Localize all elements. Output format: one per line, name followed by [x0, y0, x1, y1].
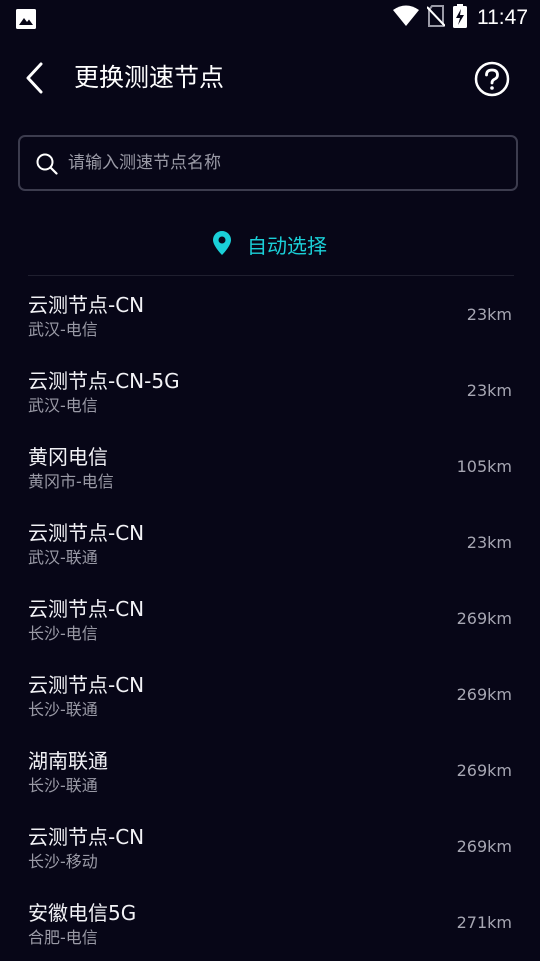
node-name: 云测节点-CN-5G	[28, 369, 180, 393]
node-item[interactable]: 云测节点-CN 长沙-移动 269km	[0, 809, 540, 885]
node-item[interactable]: 黄冈电信 黄冈市-电信 105km	[0, 429, 540, 505]
node-name: 云测节点-CN	[28, 597, 145, 621]
app-bar: 更换测速节点	[0, 44, 540, 114]
status-bar: 11:47	[0, 0, 540, 36]
node-location: 武汉-电信	[28, 396, 98, 415]
node-distance: 269km	[456, 761, 512, 780]
node-location: 长沙-联通	[28, 700, 98, 719]
divider	[28, 275, 514, 276]
back-button[interactable]	[18, 58, 52, 98]
node-name: 黄冈电信	[28, 445, 108, 469]
battery-charging-icon	[453, 4, 467, 32]
node-location: 长沙-移动	[28, 852, 98, 871]
node-distance: 269km	[456, 685, 512, 704]
node-location: 武汉-联通	[28, 548, 98, 567]
gallery-icon	[16, 9, 36, 33]
node-list: 云测节点-CN 武汉-电信 23km 云测节点-CN-5G 武汉-电信 23km…	[0, 277, 540, 961]
node-item[interactable]: 云测节点-CN 长沙-联通 269km	[0, 657, 540, 733]
node-location: 长沙-电信	[28, 624, 98, 643]
node-item[interactable]: 云测节点-CN 武汉-联通 23km	[0, 505, 540, 581]
help-button[interactable]	[474, 61, 510, 97]
node-item[interactable]: 安徽电信5G 合肥-电信 271km	[0, 885, 540, 961]
node-location: 合肥-电信	[28, 928, 98, 947]
auto-select-label: 自动选择	[247, 233, 327, 258]
node-name: 湖南联通	[28, 749, 108, 773]
node-item[interactable]: 云测节点-CN 长沙-电信 269km	[0, 581, 540, 657]
page-title: 更换测速节点	[74, 63, 225, 92]
back-arrow-icon	[26, 62, 43, 94]
node-location: 黄冈市-电信	[28, 472, 114, 491]
status-time: 11:47	[477, 6, 528, 29]
node-distance: 269km	[456, 609, 512, 628]
node-item[interactable]: 云测节点-CN-5G 武汉-电信 23km	[0, 353, 540, 429]
node-distance: 269km	[456, 837, 512, 856]
node-item[interactable]: 湖南联通 长沙-联通 269km	[0, 733, 540, 809]
node-distance: 23km	[466, 533, 512, 552]
node-location: 武汉-电信	[28, 320, 98, 339]
node-name: 云测节点-CN	[28, 521, 145, 545]
node-name: 云测节点-CN	[28, 673, 145, 697]
node-name: 安徽电信5G	[28, 901, 137, 925]
search-box[interactable]	[18, 135, 518, 191]
node-distance: 23km	[466, 381, 512, 400]
wifi-icon	[393, 5, 419, 31]
search-icon	[36, 153, 58, 179]
search-input[interactable]	[68, 137, 508, 189]
help-circle-icon	[474, 61, 510, 97]
node-name: 云测节点-CN	[28, 825, 145, 849]
node-distance: 23km	[466, 305, 512, 324]
auto-select-button[interactable]: 自动选择	[0, 222, 540, 266]
no-sim-icon	[426, 5, 446, 31]
node-distance: 271km	[456, 913, 512, 932]
node-item[interactable]: 云测节点-CN 武汉-电信 23km	[0, 277, 540, 353]
location-pin-icon	[213, 231, 231, 259]
node-distance: 105km	[456, 457, 512, 476]
node-name: 云测节点-CN	[28, 293, 145, 317]
node-location: 长沙-联通	[28, 776, 98, 795]
